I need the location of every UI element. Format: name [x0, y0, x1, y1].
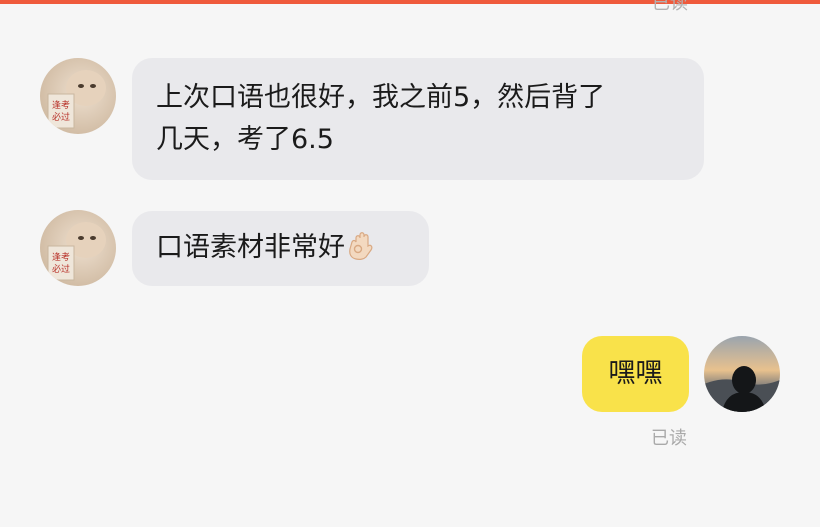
message-bubble-3[interactable]: 嘿嘿	[582, 336, 689, 412]
cat-avatar-icon: 逢考 必过	[40, 210, 116, 286]
message-1-line-1: 上次口语也很好，我之前5，然后背了	[156, 82, 606, 113]
message-3-text: 嘿嘿	[608, 358, 663, 389]
avatar-other-2[interactable]: 逢考 必过	[40, 210, 116, 286]
avatar-other-1[interactable]: 逢考 必过	[40, 58, 116, 134]
message-1-line-2: 几天，考了6.5	[156, 124, 334, 155]
svg-text:必过: 必过	[52, 263, 70, 275]
cat-avatar-icon: 逢考 必过	[40, 58, 116, 134]
message-2-text: 口语素材非常好	[156, 232, 345, 263]
avatar-self[interactable]	[704, 336, 780, 412]
sunset-silhouette-avatar-icon	[704, 336, 780, 412]
message-bubble-2[interactable]: 口语素材非常好	[132, 211, 429, 286]
svg-text:逢考: 逢考	[52, 99, 70, 111]
svg-text:必过: 必过	[52, 111, 70, 123]
svg-text:逢考: 逢考	[52, 251, 70, 263]
read-receipt-top: 已读	[652, 0, 688, 14]
message-bubble-1[interactable]: 上次口语也很好，我之前5，然后背了 几天，考了6.5	[132, 58, 704, 180]
top-accent-bar	[0, 0, 820, 4]
read-receipt-message-3: 已读	[651, 428, 687, 449]
ok-hand-emoji-icon	[347, 230, 375, 273]
